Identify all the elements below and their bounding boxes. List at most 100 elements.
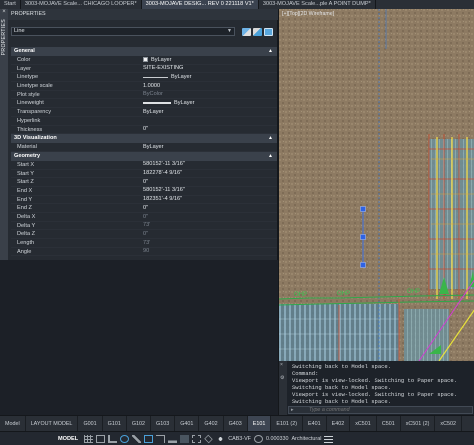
layout-tab[interactable]: xC501 — [350, 415, 377, 432]
layout-tab[interactable]: C501 — [377, 415, 401, 432]
annotation-scale[interactable]: CAB3-VF — [228, 436, 251, 442]
drawing-viewport[interactable]: OHP OHP OHP [+][Top][2D Wireframe] — [278, 9, 474, 361]
palette-close-icon[interactable]: × — [1, 9, 7, 15]
command-history: Switching back to Model space. Command: Vi… — [292, 363, 457, 405]
layout-tab[interactable]: xC501 (2) — [401, 415, 436, 432]
document-tab[interactable]: 3003-MOJAVE DESIG... REV 0 221118 V1* — [141, 0, 259, 9]
palette-title: PROPERTIES — [8, 9, 278, 20]
section-header[interactable]: Geometry ▲ — [11, 151, 277, 161]
property-value-cell[interactable]: 0" — [141, 178, 277, 186]
property-row[interactable]: Plot style ByColor — [11, 91, 277, 100]
selection-cycling-icon[interactable] — [192, 434, 202, 443]
units-selector[interactable]: Architectural — [291, 436, 321, 442]
property-value-cell[interactable]: ByLayer — [141, 56, 277, 64]
property-name: Material — [17, 144, 37, 151]
property-value-cell[interactable]: ByLayer — [141, 108, 277, 116]
document-tab[interactable]: 3003-MOJAVE Scale...ple A POINT DUMP* — [259, 0, 376, 9]
snap-icon[interactable] — [96, 434, 106, 443]
layout-tab[interactable]: E101 (2) — [271, 415, 304, 432]
property-name: Delta Z — [17, 231, 36, 238]
command-line-handle[interactable]: × ⚙ — [279, 361, 287, 415]
viewport-controls-label[interactable]: [+][Top][2D Wireframe] — [282, 11, 334, 17]
property-value: 73' — [143, 222, 151, 229]
property-value-cell[interactable]: 580152'-11 3/16" — [141, 187, 277, 195]
ortho-icon[interactable] — [108, 434, 118, 443]
property-row[interactable]: Transparency ByLayer — [11, 108, 277, 117]
property-row[interactable]: Thickness 0" — [11, 126, 277, 135]
layout-tab[interactable]: E101 — [247, 415, 272, 432]
property-value-cell[interactable]: ByLayer — [141, 73, 277, 81]
polar-icon[interactable] — [120, 434, 130, 443]
palette-side-label: PROPERTIES — [1, 19, 7, 56]
property-value-cell[interactable]: ByLayer — [141, 99, 277, 107]
select-objects-icon[interactable] — [253, 28, 262, 36]
3dosnap-icon[interactable] — [204, 434, 213, 443]
property-row[interactable]: Layer SITE-EXISTING — [11, 65, 277, 74]
layout-tab[interactable]: LAYOUT MODEL — [26, 415, 79, 432]
layout-tab[interactable]: E401 — [303, 415, 327, 432]
property-row[interactable]: Material ByLayer — [11, 143, 277, 152]
property-name: End X — [17, 187, 33, 194]
property-name: Start Y — [17, 170, 34, 177]
layout-tab[interactable]: E402 — [327, 415, 351, 432]
annotation-visibility-icon[interactable] — [216, 434, 226, 443]
section-header[interactable]: 3D Visualization ▲ — [11, 134, 277, 144]
property-value-cell[interactable]: 1.0000 — [141, 82, 277, 90]
property-value-cell[interactable]: 182278'-4 9/16" — [141, 170, 277, 178]
property-value-cell[interactable]: ByLayer — [141, 143, 277, 151]
layout-tab[interactable]: xC502 — [435, 415, 462, 432]
section-header[interactable]: General ▲ — [11, 47, 277, 56]
property-value-cell[interactable]: ByColor — [141, 91, 277, 99]
property-name: Linetype — [17, 74, 39, 81]
command-close-icon[interactable]: × — [280, 362, 283, 368]
lineweight-icon[interactable] — [168, 434, 178, 443]
palette-title-strip[interactable]: × PROPERTIES — [0, 9, 8, 260]
layout-tab[interactable]: G402 — [199, 415, 224, 432]
collapse-chevron-icon[interactable]: ▲ — [268, 134, 273, 143]
otrack-icon[interactable] — [156, 434, 166, 443]
property-value-cell[interactable]: 0" — [141, 204, 277, 212]
lineweight-preview-icon — [143, 102, 171, 105]
workspace-gear-icon[interactable] — [253, 434, 263, 443]
property-value-cell[interactable]: 73' — [141, 239, 277, 247]
collapse-chevron-icon[interactable]: ▲ — [268, 47, 273, 56]
document-tab[interactable]: 3003-MOJAVE Scale... CHICAGO LOOPER* — [21, 0, 142, 9]
property-name: Transparency — [17, 109, 51, 116]
layout-tab[interactable]: G403 — [224, 415, 248, 432]
property-value-cell[interactable]: SITE-EXISTING — [141, 65, 277, 73]
property-value-cell[interactable] — [141, 117, 277, 125]
property-value-cell[interactable]: 90 — [141, 248, 277, 256]
layout-tab[interactable]: G103 — [151, 415, 176, 432]
transparency-icon[interactable] — [180, 434, 190, 443]
property-value: ByLayer — [143, 143, 164, 150]
property-value-cell[interactable]: 73' — [141, 222, 277, 230]
property-value-cell[interactable]: 0" — [141, 230, 277, 238]
property-value-cell[interactable]: 0" — [141, 213, 277, 221]
layout-tab[interactable]: G401 — [175, 415, 200, 432]
layout-tab[interactable]: G001 — [78, 415, 103, 432]
quick-select-icon[interactable] — [242, 28, 251, 36]
layout-tab[interactable]: G101 — [103, 415, 127, 432]
object-type-value: Line — [14, 28, 25, 34]
property-row[interactable]: Angle 90 — [11, 248, 277, 257]
model-space-toggle[interactable]: MODEL — [58, 436, 78, 442]
property-value-cell[interactable]: 0" — [141, 126, 277, 134]
property-value-cell[interactable]: 182351'-4 9/16" — [141, 196, 277, 204]
isodraft-icon[interactable] — [132, 434, 142, 443]
property-value-cell[interactable]: 580152'-11 3/16" — [141, 161, 277, 169]
toggle-pickadd-icon[interactable] — [264, 28, 273, 36]
command-settings-icon[interactable]: ⚙ — [280, 375, 284, 381]
collapse-chevron-icon[interactable]: ▲ — [268, 152, 273, 161]
customization-menu-icon[interactable] — [324, 434, 334, 443]
section-title: Geometry — [14, 152, 41, 159]
command-input[interactable] — [309, 407, 469, 413]
drawing-canvas[interactable]: OHP OHP OHP — [279, 9, 474, 361]
object-type-dropdown[interactable]: Line ▼ — [11, 27, 235, 36]
osnap-icon[interactable] — [144, 434, 154, 443]
layout-tab[interactable]: Model — [0, 415, 26, 432]
layout-tab[interactable]: G102 — [127, 415, 151, 432]
property-value: 580152'-11 3/16" — [143, 161, 185, 168]
command-input-box[interactable]: ▸ — [288, 406, 473, 414]
grid-icon[interactable] — [84, 434, 94, 443]
document-tab[interactable]: Start — [0, 0, 21, 9]
